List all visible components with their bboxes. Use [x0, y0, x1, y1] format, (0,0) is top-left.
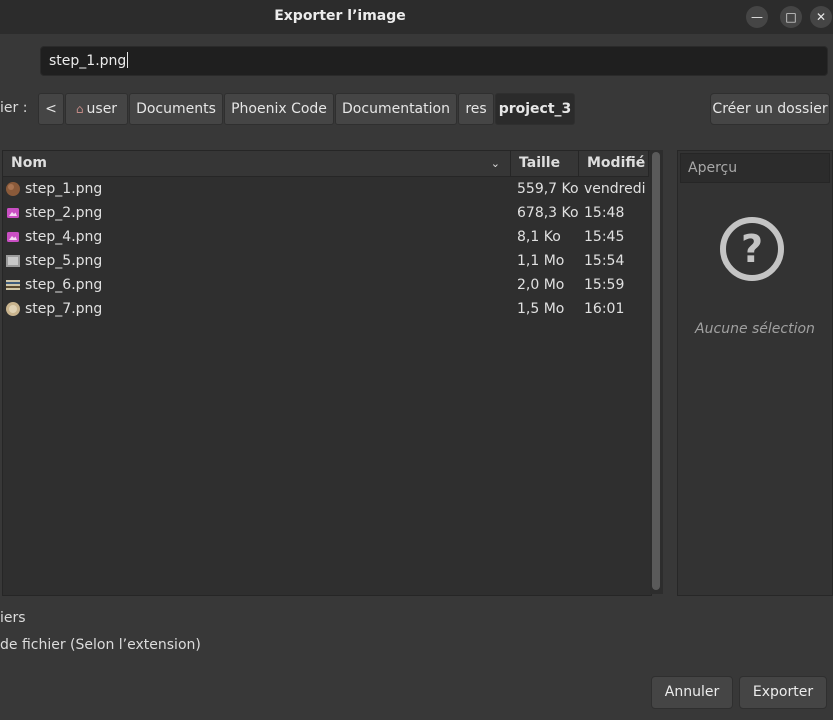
- column-header-size[interactable]: Taille: [511, 151, 579, 177]
- file-name: step_7.png: [25, 301, 103, 317]
- export-button[interactable]: Exporter: [739, 676, 827, 709]
- filename-value: step_1.png: [49, 53, 127, 69]
- breadcrumb-back-button[interactable]: <: [38, 93, 64, 125]
- file-size: 2,0 Mo: [517, 277, 565, 293]
- file-size: 678,3 Ko: [517, 205, 579, 221]
- column-name-label: Nom: [11, 155, 47, 171]
- text-cursor: [127, 52, 129, 68]
- breadcrumb-item-project-3[interactable]: project_3: [495, 93, 575, 125]
- file-name: step_1.png: [25, 181, 103, 197]
- image-file-icon: [7, 232, 19, 242]
- file-size: 559,7 Ko: [517, 181, 579, 197]
- close-button[interactable]: ✕: [810, 6, 832, 28]
- cancel-button[interactable]: Annuler: [651, 676, 733, 709]
- window-title: Exporter l’image: [274, 8, 406, 24]
- file-size: 1,5 Mo: [517, 301, 565, 317]
- file-modified: vendredi: [584, 181, 646, 197]
- file-row[interactable]: step_6.png 2,0 Mo 15:59: [3, 273, 649, 297]
- create-folder-button[interactable]: Créer un dossier: [710, 93, 830, 125]
- file-row[interactable]: step_5.png 1,1 Mo 15:54: [3, 249, 649, 273]
- preview-empty-text: Aucune sélection: [695, 321, 815, 337]
- breadcrumb-item-label: user: [86, 101, 118, 117]
- file-modified: 15:45: [584, 229, 625, 245]
- file-list-scrollbar[interactable]: [650, 150, 663, 594]
- file-row[interactable]: step_1.png 559,7 Ko vendredi: [3, 177, 649, 201]
- file-name: step_4.png: [25, 229, 103, 245]
- file-size: 8,1 Ko: [517, 229, 561, 245]
- file-row[interactable]: step_2.png 678,3 Ko 15:48: [3, 201, 649, 225]
- file-modified: 15:59: [584, 277, 625, 293]
- column-header-name[interactable]: Nom ⌄: [3, 151, 511, 177]
- file-name: step_5.png: [25, 253, 103, 269]
- image-file-icon: [7, 208, 19, 218]
- question-mark-icon: ?: [720, 217, 784, 281]
- file-list: Nom ⌄ Taille Modifié step_1.png 559,7 Ko…: [2, 150, 652, 596]
- breadcrumb-item-user[interactable]: ⌂ user: [65, 93, 128, 125]
- breadcrumb-item-res[interactable]: res: [458, 93, 494, 125]
- round-beige-thumbnail-icon: [6, 302, 20, 316]
- breadcrumb-item-documentation[interactable]: Documentation: [335, 93, 457, 125]
- preview-panel: Aperçu ? Aucune sélection: [677, 150, 833, 596]
- minimize-button[interactable]: —: [746, 6, 768, 28]
- preview-header: Aperçu: [680, 153, 830, 183]
- gray-thumbnail-icon: [6, 255, 20, 267]
- file-type-selector[interactable]: de fichier (Selon l’extension): [0, 637, 201, 653]
- file-modified: 16:01: [584, 301, 625, 317]
- folder-label: ier :: [0, 100, 28, 116]
- file-size: 1,1 Mo: [517, 253, 565, 269]
- file-row[interactable]: step_7.png 1,5 Mo 16:01: [3, 297, 649, 321]
- file-modified: 15:48: [584, 205, 625, 221]
- scrollbar-thumb[interactable]: [652, 152, 660, 590]
- striped-thumbnail-icon: [6, 280, 20, 290]
- breadcrumb-item-documents[interactable]: Documents: [129, 93, 223, 125]
- file-name: step_2.png: [25, 205, 103, 221]
- chevron-down-icon: ⌄: [490, 157, 500, 170]
- file-row[interactable]: step_4.png 8,1 Ko 15:45: [3, 225, 649, 249]
- maximize-button[interactable]: □: [780, 6, 802, 28]
- breadcrumb-item-phoenix-code[interactable]: Phoenix Code: [224, 93, 334, 125]
- home-icon: ⌂: [75, 102, 84, 116]
- round-brown-thumbnail-icon: [6, 182, 20, 196]
- column-header-modified[interactable]: Modifié: [579, 151, 649, 177]
- title-bar: Exporter l’image — □ ✕: [0, 0, 833, 34]
- show-all-files-option[interactable]: iers: [0, 610, 26, 626]
- filename-input[interactable]: step_1.png: [40, 46, 828, 76]
- file-name: step_6.png: [25, 277, 103, 293]
- file-modified: 15:54: [584, 253, 625, 269]
